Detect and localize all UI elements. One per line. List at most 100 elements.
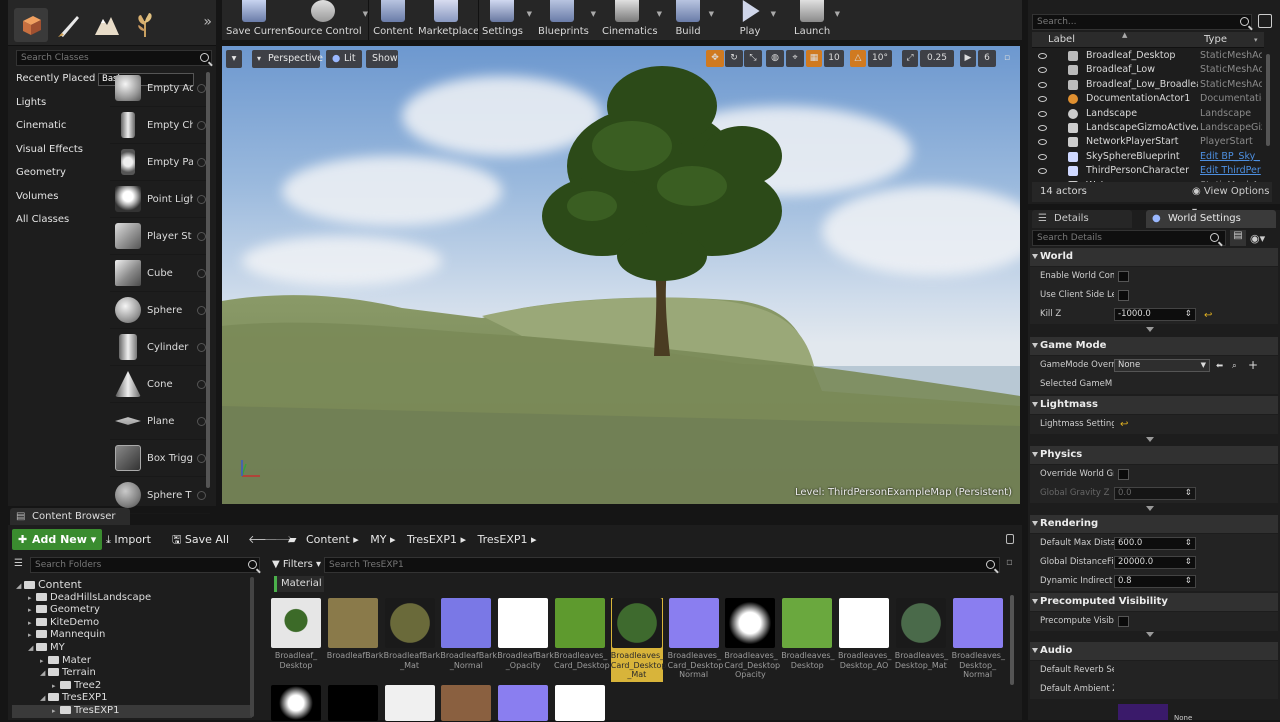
advanced-expand-icon[interactable]	[1146, 327, 1154, 332]
info-icon[interactable]	[197, 416, 206, 426]
source-control-button[interactable]: Source Control ▼	[288, 0, 368, 40]
import-button[interactable]: ⤓ Import	[106, 529, 151, 550]
precompute-visibility-checkbox[interactable]	[1118, 616, 1129, 627]
visibility-eye-icon[interactable]	[1038, 81, 1047, 88]
dropdown-arrow-icon[interactable]: ▼	[527, 10, 532, 18]
camera-speed-icon[interactable]: ▶	[960, 50, 976, 67]
tree-scrollbar[interactable]	[250, 577, 254, 717]
blueprints-button[interactable]: Blueprints ▼	[538, 0, 596, 40]
visibility-eye-icon[interactable]	[1038, 168, 1047, 175]
default-max-distance-input[interactable]: 600.0 ⇕	[1114, 537, 1196, 550]
type-column-header[interactable]: Type	[1204, 34, 1227, 45]
rotation-snap-value[interactable]: 10°	[868, 50, 892, 67]
visibility-eye-icon[interactable]	[1038, 110, 1047, 117]
info-icon[interactable]	[197, 83, 206, 93]
section-rendering[interactable]: Rendering	[1030, 515, 1278, 533]
tab-content-browser[interactable]: ▤ Content Browser	[10, 508, 130, 525]
asset-tile[interactable]: BroadleafBark _Normal	[440, 598, 497, 682]
asset-tile[interactable]: Broadleaves_ Desktop_ Normal	[952, 598, 1005, 682]
details-search-input[interactable]: Search Details	[1032, 230, 1226, 246]
section-audio[interactable]: Audio	[1030, 642, 1278, 660]
outliner-row[interactable]: Landscape Landscape	[1032, 107, 1264, 121]
info-icon[interactable]	[197, 120, 206, 130]
outliner-row[interactable]: SkySphereBlueprint Edit BP_Sky_	[1032, 150, 1264, 164]
tab-world-settings[interactable]: ● World Settings	[1146, 210, 1276, 228]
save-current-button[interactable]: Save Current	[226, 0, 291, 40]
outliner-row[interactable]: Broadleaf_Low_Broadleaf_ StaticMeshAct	[1032, 78, 1264, 92]
breadcrumb-item[interactable]: Content	[306, 533, 350, 546]
property-label[interactable]: Lightmass Setting	[1040, 415, 1114, 434]
scale-snap-value[interactable]: 0.25	[920, 50, 954, 67]
build-button[interactable]: Build ▼	[672, 0, 714, 40]
grid-snap-value[interactable]: 10	[824, 50, 844, 67]
visibility-eye-icon[interactable]	[1038, 125, 1047, 131]
advanced-expand-icon[interactable]	[1146, 632, 1154, 637]
landscape-mode-icon[interactable]	[90, 8, 124, 42]
folder-tree-item[interactable]: ▸ KiteDemo	[12, 617, 252, 630]
eye-icon[interactable]: ◉▾	[1250, 232, 1265, 245]
outliner-row[interactable]: ThirdPersonCharacter Edit ThirdPer	[1032, 164, 1264, 178]
visibility-eye-icon[interactable]	[1038, 96, 1047, 103]
browse-search-icon[interactable]: ⌕	[1232, 357, 1237, 376]
asset-tile[interactable]	[498, 685, 549, 721]
info-icon[interactable]	[197, 453, 206, 463]
asset-tile[interactable]: Broadleaves_ Desktop	[781, 598, 835, 682]
dropdown-arrow-icon[interactable]: ▼	[657, 10, 662, 18]
folder-tree-item[interactable]: ◢ TresEXP1	[12, 692, 252, 705]
info-icon[interactable]	[197, 490, 206, 500]
asset-tile[interactable]	[384, 685, 435, 721]
edit-blueprint-link[interactable]: Edit ThirdPer	[1200, 164, 1262, 178]
show-button[interactable]: Show	[366, 50, 398, 68]
asset-tile[interactable]: Broadleaf_ Desktop	[270, 598, 322, 682]
category-volumes[interactable]: Volumes	[14, 188, 108, 212]
expand-arrow-icon[interactable]: ▸	[28, 592, 36, 605]
global-distance-field-input[interactable]: 20000.0 ⇕	[1114, 556, 1196, 569]
folder-tree-item[interactable]: ▸ Geometry	[12, 604, 252, 617]
breadcrumb-item[interactable]: TresEXP1	[407, 533, 457, 546]
category-visual-effects[interactable]: Visual Effects	[14, 141, 108, 165]
scale-tool-icon[interactable]: ⤡	[744, 50, 762, 67]
info-icon[interactable]	[197, 342, 206, 352]
new-folder-icon[interactable]	[1258, 14, 1272, 28]
override-gravity-checkbox[interactable]	[1118, 469, 1129, 480]
surface-snap-icon[interactable]: ⌖	[786, 50, 804, 67]
enable-world-comp-checkbox[interactable]	[1118, 271, 1129, 282]
asset-tile[interactable]: BroadleafBark _Opacity	[497, 598, 554, 682]
property-label[interactable]: Default Ambient Z	[1040, 680, 1114, 699]
modes-scrollbar[interactable]	[206, 72, 210, 488]
asset-tile[interactable]: Broadleaves_ Desktop_AO	[838, 598, 891, 682]
folder-tree-item[interactable]: ◢ Content	[12, 578, 252, 593]
settings-button[interactable]: Settings ▼	[482, 0, 532, 40]
filters-button[interactable]: ▼ Filters ▾	[272, 557, 322, 573]
search-assets-input[interactable]: Search TresEXP1	[324, 557, 1000, 573]
info-icon[interactable]	[197, 379, 206, 389]
asset-tile[interactable]: Broadleaves_ Card_Desktop	[554, 598, 610, 682]
marketplace-button[interactable]: Marketplace	[418, 0, 479, 40]
asset-tile[interactable]: Broadleaves_ Card_Desktop _Mat	[610, 598, 667, 682]
outliner-search-input[interactable]: Search...	[1032, 14, 1252, 30]
rotate-tool-icon[interactable]: ↻	[725, 50, 743, 67]
sources-toggle-icon[interactable]: ☰	[14, 558, 26, 570]
paint-mode-icon[interactable]	[52, 8, 86, 42]
world-local-icon[interactable]: ◍	[766, 50, 784, 67]
category-all-classes[interactable]: All Classes	[14, 211, 108, 235]
breadcrumb-item[interactable]: MY	[370, 533, 386, 546]
asset-tile[interactable]	[271, 685, 321, 721]
collapse-arrow-icon[interactable]: ◢	[28, 642, 36, 655]
dropdown-arrow-icon[interactable]: ▼	[771, 10, 776, 18]
visibility-eye-icon[interactable]	[1038, 53, 1047, 59]
outliner-row[interactable]: DocumentationActor1 Documentation	[1032, 92, 1264, 106]
category-recently-placed[interactable]: Recently Placed	[14, 70, 108, 94]
visibility-eye-icon[interactable]	[1038, 67, 1047, 74]
placeable-item[interactable]: Box Trigg	[110, 440, 210, 477]
save-search-icon[interactable]: ▫	[1006, 557, 1013, 568]
property-label[interactable]: Selected GameM	[1040, 375, 1114, 394]
asset-tile[interactable]: BroadleafBark _Mat	[384, 598, 440, 682]
placeable-item[interactable]: Cylinder	[110, 329, 210, 366]
breadcrumb-item[interactable]: TresEXP1	[477, 533, 527, 546]
add-icon[interactable]: +	[1248, 356, 1258, 375]
section-precomputed-visibility[interactable]: Precomputed Visibility	[1030, 593, 1278, 611]
expand-arrow-icon[interactable]: ▸	[28, 617, 36, 630]
cinematics-button[interactable]: Cinematics ▼	[602, 0, 662, 40]
lock-icon[interactable]	[1006, 534, 1014, 544]
